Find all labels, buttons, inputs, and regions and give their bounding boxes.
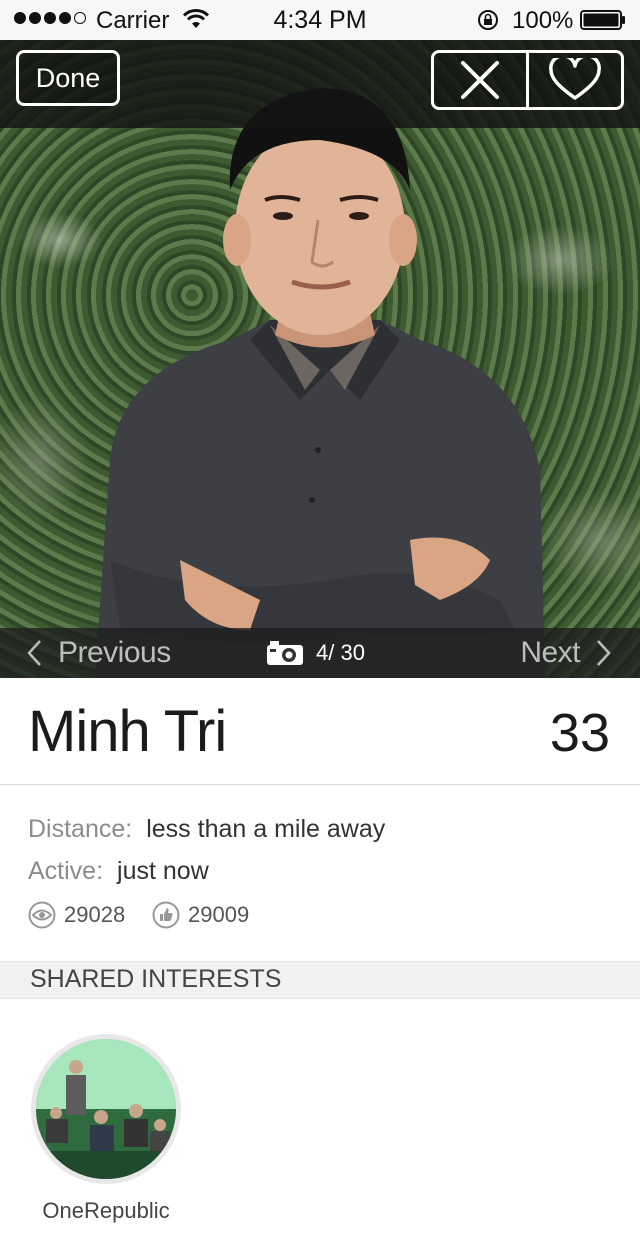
views-count: 29028 <box>64 902 126 927</box>
views-stat: 29028 <box>28 901 125 929</box>
profile-name: Minh Tri <box>28 699 227 764</box>
distance-value: less than a mile away <box>146 815 386 843</box>
shared-interests-header: SHARED INTERESTS <box>0 961 640 999</box>
likes-count: 29009 <box>188 902 250 927</box>
next-label: Next <box>520 636 580 669</box>
profile-info: Distance: less than a mile away Active: ju… <box>0 785 640 961</box>
previous-photo-button[interactable]: Previous <box>26 628 171 678</box>
profile-age: 33 <box>549 703 610 763</box>
heart-icon <box>549 58 601 100</box>
done-button[interactable]: Done <box>16 50 120 106</box>
next-photo-button[interactable]: Next <box>520 628 612 678</box>
like-button[interactable] <box>526 53 621 107</box>
close-icon <box>461 61 499 99</box>
camera-icon <box>267 641 303 665</box>
photo-counter: 4/ 30 <box>266 628 365 678</box>
distance-row: Distance: less than a mile away <box>28 815 385 844</box>
active-label: Active: <box>28 857 104 885</box>
rotation-lock-icon <box>478 10 498 30</box>
eye-icon <box>28 901 56 929</box>
likes-stat: 29009 <box>152 901 249 929</box>
profile-photo[interactable]: Done Previous 4/ 30 Next <box>0 40 640 678</box>
battery-icon <box>580 10 625 30</box>
thumbs-up-icon <box>152 901 180 929</box>
chevron-right-icon <box>597 640 611 666</box>
profile-header: Minh Tri 33 <box>0 678 640 785</box>
interest-label: OneRepublic <box>42 1198 170 1223</box>
chevron-left-icon <box>27 640 41 666</box>
active-value: just now <box>117 857 209 885</box>
reject-button[interactable] <box>434 53 526 107</box>
previous-label: Previous <box>58 636 171 669</box>
interest-avatar <box>31 1034 181 1184</box>
action-button-group <box>431 50 624 110</box>
band-photo-image <box>36 1039 176 1179</box>
interest-item[interactable]: OneRepublic <box>28 1034 184 1224</box>
profile-photo-image <box>95 88 545 678</box>
section-title: SHARED INTERESTS <box>30 965 282 993</box>
active-row: Active: just now <box>28 857 209 886</box>
photo-count-label: 4/ 30 <box>316 640 365 665</box>
distance-label: Distance: <box>28 815 133 843</box>
battery-percent: 100% <box>512 7 574 34</box>
status-bar: Carrier 4:34 PM 100% <box>0 0 640 40</box>
photo-navigation-bar: Previous 4/ 30 Next <box>0 628 640 678</box>
